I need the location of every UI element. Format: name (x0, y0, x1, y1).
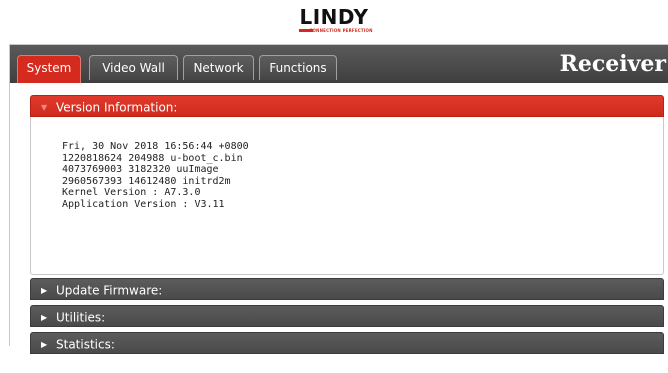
main-frame: System Video Wall Network Functions Rece… (9, 44, 668, 354)
page: LINDY CONNECTION PERFECTION System Video… (0, 0, 668, 373)
tab-bar: System Video Wall Network Functions Rece… (10, 45, 668, 83)
version-info-header[interactable]: ▼ Version Information: (30, 95, 664, 117)
version-line: Kernel Version : A7.3.0 (62, 187, 201, 199)
utilities-title: Utilities: (56, 310, 106, 325)
update-firmware-header[interactable]: ▶ Update Firmware: (30, 278, 664, 300)
sections-panel: ▼ Version Information: Fri, 30 Nov 2018 1… (30, 95, 664, 359)
version-line: 1220818624 204988 u-boot_c.bin (62, 152, 243, 164)
device-title: Receiver (559, 51, 666, 77)
version-line: 4073769003 3182320 uuImage (62, 164, 219, 176)
collapsed-arrow-icon: ▶ (41, 339, 48, 349)
update-firmware-title: Update Firmware: (56, 283, 163, 298)
collapsed-arrow-icon: ▶ (41, 285, 48, 295)
collapsed-arrow-icon: ▶ (41, 312, 48, 322)
lindy-logo: LINDY CONNECTION PERFECTION (0, 5, 668, 36)
version-info-body: Fri, 30 Nov 2018 16:56:44 +0800 12208186… (30, 117, 664, 275)
tab-functions[interactable]: Functions (259, 55, 337, 80)
version-line: 2960567393 14612480 initrd2m (62, 175, 231, 187)
version-info-title: Version Information: (56, 100, 178, 115)
statistics-title: Statistics: (56, 337, 115, 352)
logo-wordmark: LINDY CONNECTION PERFECTION (295, 5, 373, 33)
logo-letters-rest: INDY (312, 5, 369, 29)
utilities-header[interactable]: ▶ Utilities: (30, 305, 664, 327)
tab-video-wall[interactable]: Video Wall (89, 55, 178, 80)
logo-tagline: CONNECTION PERFECTION (309, 28, 373, 33)
statistics-header[interactable]: ▶ Statistics: (30, 332, 664, 354)
expanded-arrow-icon: ▼ (41, 102, 48, 112)
tab-system[interactable]: System (17, 55, 81, 83)
tab-network[interactable]: Network (183, 55, 254, 80)
version-line: Fri, 30 Nov 2018 16:56:44 +0800 (62, 141, 249, 152)
version-line: Application Version : V3.11 (62, 198, 225, 210)
